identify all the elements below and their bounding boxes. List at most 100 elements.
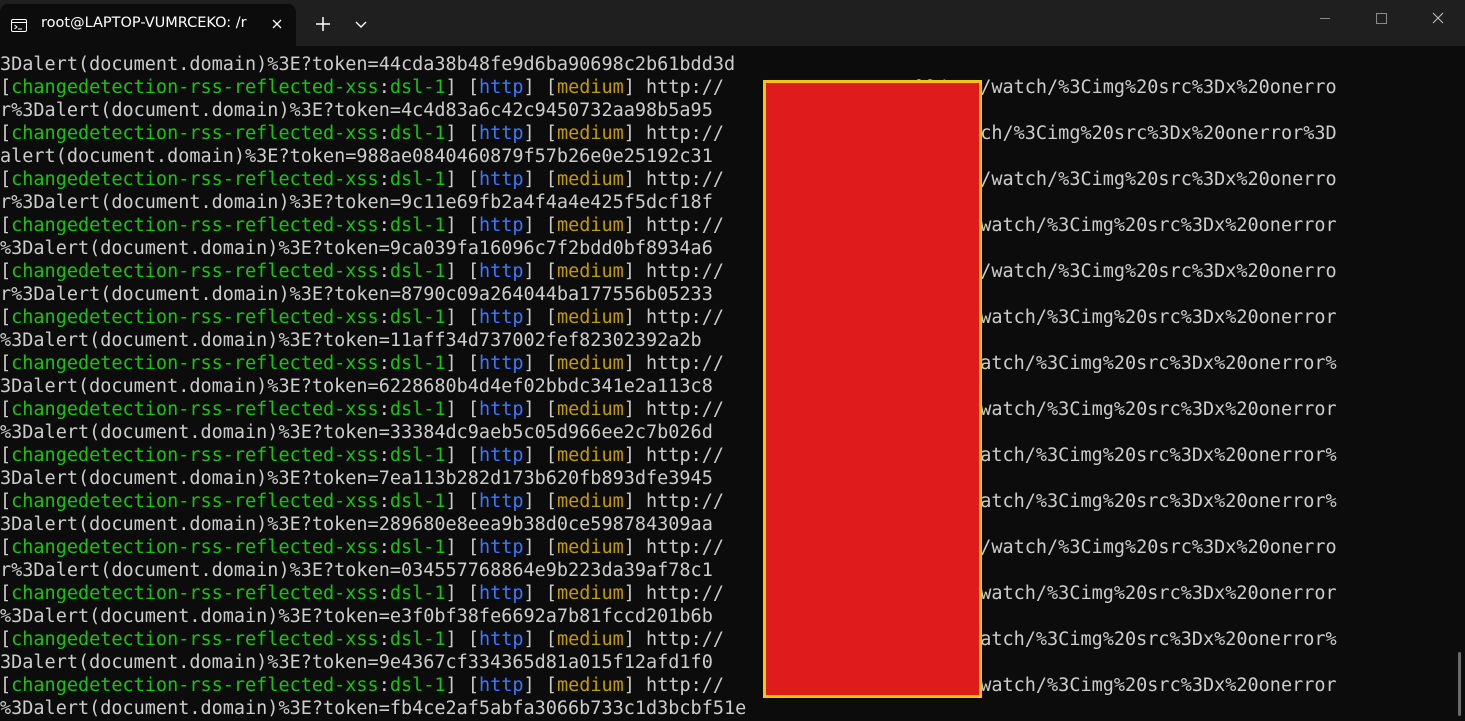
terminal-text-segment: ] [: [523, 307, 557, 328]
terminal-text-segment: ] [: [445, 537, 479, 558]
terminal-line: %3Dalert(document.domain)%3E?token=fb4ce…: [0, 697, 1450, 720]
terminal-text-segment: dsl-1: [389, 537, 446, 558]
terminal-text-segment: dsl-1: [389, 675, 446, 696]
terminal-line: r%3Dalert(document.domain)%3E?token=0345…: [0, 559, 1450, 582]
tab-close-icon[interactable]: [269, 16, 285, 32]
terminal-line: [changedetection-rss-reflected-xss:dsl-1…: [0, 536, 1450, 559]
terminal-text-segment: changedetection-rss-reflected-xss: [11, 261, 379, 282]
terminal-text-segment: [: [0, 445, 12, 466]
terminal-text-segment: dsl-1: [389, 123, 446, 144]
terminal-text-segment: r%3Dalert(document.domain)%3E?token=8790…: [0, 284, 713, 305]
terminal-text-segment: ] [: [445, 583, 479, 604]
minimize-icon: [1320, 18, 1330, 19]
terminal-text-segment: http: [478, 353, 524, 374]
maximize-icon: [1376, 13, 1387, 24]
terminal-text-segment: changedetection-rss-reflected-xss: [11, 491, 379, 512]
terminal-text-segment: :: [378, 169, 390, 190]
terminal-text-segment: ] [: [445, 445, 479, 466]
terminal-text-segment: medium: [556, 215, 624, 236]
terminal-text-segment: ] [: [523, 77, 557, 98]
terminal-text-segment: ] [: [523, 399, 557, 420]
terminal-output[interactable]: 3Dalert(document.domain)%3E?token=44cda3…: [0, 46, 1465, 721]
minimize-button[interactable]: [1296, 0, 1354, 38]
terminal-text-segment: medium: [556, 353, 624, 374]
terminal-text-segment: http: [478, 445, 524, 466]
terminal-text-segment: :: [378, 353, 390, 374]
close-window-button[interactable]: [1409, 0, 1465, 38]
terminal-text-segment: ] http://: [623, 445, 725, 466]
terminal-text-segment: medium: [556, 445, 624, 466]
terminal-line: [changedetection-rss-reflected-xss:dsl-1…: [0, 306, 1450, 329]
terminal-text-segment: ] [: [445, 399, 479, 420]
terminal-text-segment: ] http://: [623, 399, 725, 420]
scrollbar-thumb[interactable]: [1458, 652, 1461, 716]
terminal-text-segment: http: [478, 261, 524, 282]
terminal-text-segment: :: [378, 491, 390, 512]
terminal-text-segment: ] [: [523, 583, 557, 604]
terminal-text-segment: medium: [556, 307, 624, 328]
terminal-text-segment: http: [478, 629, 524, 650]
terminal-text-segment: :: [378, 307, 390, 328]
terminal-text-segment: ] http://: [623, 675, 725, 696]
terminal-text-segment: 3Dalert(document.domain)%3E?token=7ea113…: [0, 468, 713, 489]
terminal-text-segment: ] [: [445, 215, 479, 236]
terminal-text-segment: dsl-1: [389, 307, 446, 328]
terminal-text-segment: medium: [556, 491, 624, 512]
terminal-line: [changedetection-rss-reflected-xss:dsl-1…: [0, 168, 1450, 191]
terminal-text-segment: [: [0, 215, 12, 236]
terminal-text-segment: ] http://: [623, 491, 725, 512]
terminal-text-segment: [: [0, 123, 12, 144]
terminal-text-segment: ] [: [523, 215, 557, 236]
chevron-down-icon[interactable]: [349, 12, 373, 36]
new-tab-button[interactable]: [310, 12, 336, 36]
terminal-text-segment: changedetection-rss-reflected-xss: [11, 399, 379, 420]
terminal-line: [changedetection-rss-reflected-xss:dsl-1…: [0, 122, 1450, 145]
terminal-text-segment: dsl-1: [389, 169, 446, 190]
terminal-text-segment: %3Dalert(document.domain)%3E?token=11aff…: [0, 330, 702, 351]
terminal-line: [changedetection-rss-reflected-xss:dsl-1…: [0, 628, 1450, 651]
terminal-text-segment: r%3Dalert(document.domain)%3E?token=9c11…: [0, 192, 713, 213]
terminal-text-segment: [: [0, 353, 12, 374]
terminal-text-segment: alert(document.domain)%3E?token=988ae084…: [0, 146, 713, 167]
terminal-text-segment: [: [0, 491, 12, 512]
terminal-text-segment: 3Dalert(document.domain)%3E?token=622868…: [0, 376, 713, 397]
terminal-text-segment: [: [0, 169, 12, 190]
terminal-text-segment: ] [: [445, 169, 479, 190]
terminal-text-segment: medium: [556, 261, 624, 282]
terminal-text-segment: medium: [556, 77, 624, 98]
redaction-box: [763, 80, 982, 698]
terminal-text-segment: changedetection-rss-reflected-xss: [11, 353, 379, 374]
terminal-text-segment: ] http://: [623, 307, 725, 328]
tab-title: root@LAPTOP-VUMRCEKO: /r: [41, 15, 247, 31]
terminal-text-segment: http: [478, 399, 524, 420]
terminal-text-segment: ] http://: [623, 353, 725, 374]
terminal-line: 3Dalert(document.domain)%3E?token=9e4367…: [0, 651, 1450, 674]
terminal-line: %3Dalert(document.domain)%3E?token=11aff…: [0, 329, 1450, 352]
terminal-line: [changedetection-rss-reflected-xss:dsl-1…: [0, 674, 1450, 697]
terminal-text-segment: dsl-1: [389, 215, 446, 236]
terminal-text-segment: http: [478, 675, 524, 696]
terminal-text-segment: %3Dalert(document.domain)%3E?token=e3f0b…: [0, 606, 713, 627]
terminal-text-segment: changedetection-rss-reflected-xss: [11, 307, 379, 328]
terminal-line: [changedetection-rss-reflected-xss:dsl-1…: [0, 582, 1450, 605]
maximize-button[interactable]: [1352, 0, 1410, 38]
terminal-text-segment: ] [: [445, 307, 479, 328]
terminal-line: 3Dalert(document.domain)%3E?token=44cda3…: [0, 53, 1450, 76]
terminal-text-segment: dsl-1: [389, 445, 446, 466]
terminal-text-segment: :: [378, 445, 390, 466]
terminal-text-segment: http: [478, 169, 524, 190]
terminal-text-segment: 3Dalert(document.domain)%3E?token=289680…: [0, 514, 713, 535]
terminal-text-segment: [: [0, 261, 12, 282]
terminal-tab[interactable]: root@LAPTOP-VUMRCEKO: /r: [0, 4, 296, 46]
terminal-text-segment: dsl-1: [389, 629, 446, 650]
terminal-text-segment: ] [: [523, 169, 557, 190]
terminal-line: alert(document.domain)%3E?token=988ae084…: [0, 145, 1450, 168]
terminal-line: [changedetection-rss-reflected-xss:dsl-1…: [0, 352, 1450, 375]
terminal-text-segment: changedetection-rss-reflected-xss: [11, 215, 379, 236]
terminal-text-segment: http: [478, 215, 524, 236]
terminal-text-segment: medium: [556, 169, 624, 190]
terminal-line: r%3Dalert(document.domain)%3E?token=8790…: [0, 283, 1450, 306]
terminal-text-segment: ] [: [523, 123, 557, 144]
terminal-text-segment: changedetection-rss-reflected-xss: [11, 77, 379, 98]
terminal-line: %3Dalert(document.domain)%3E?token=9ca03…: [0, 237, 1450, 260]
